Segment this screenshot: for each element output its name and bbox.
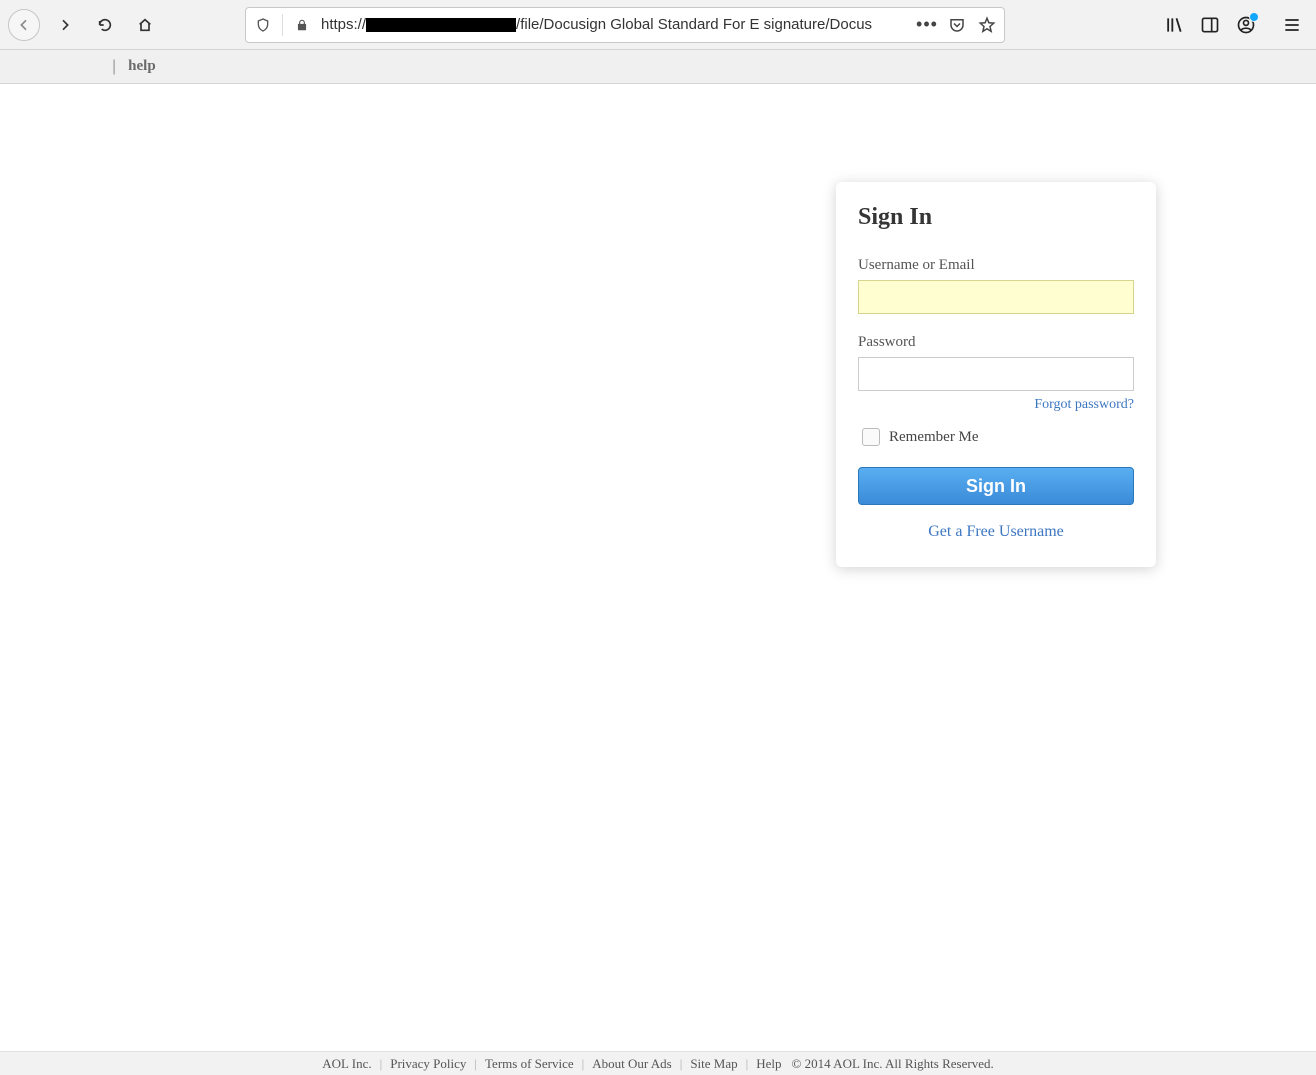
reload-icon xyxy=(97,17,113,33)
menu-icon[interactable] xyxy=(1282,15,1302,35)
url-bar-separator xyxy=(282,14,283,36)
forgot-password-link[interactable]: Forgot password? xyxy=(1034,397,1134,412)
footer-separator: | xyxy=(680,1056,683,1072)
footer-copyright: © 2014 AOL Inc. All Rights Reserved. xyxy=(792,1056,994,1072)
page-footer: AOL Inc. | Privacy Policy | Terms of Ser… xyxy=(0,1051,1316,1075)
url-bar-right: ••• xyxy=(918,16,996,34)
page-actions-icon[interactable]: ••• xyxy=(918,16,936,34)
chrome-right-tools xyxy=(1164,15,1308,35)
pocket-icon[interactable] xyxy=(948,16,966,34)
shield-icon[interactable] xyxy=(254,16,272,34)
signin-button[interactable]: Sign In xyxy=(858,467,1134,505)
url-prefix: https:// xyxy=(321,16,366,33)
library-icon[interactable] xyxy=(1164,15,1184,35)
subbar-separator: | xyxy=(112,58,116,76)
footer-separator: | xyxy=(746,1056,749,1072)
sub-bar: | help xyxy=(0,50,1316,84)
signin-heading: Sign In xyxy=(858,204,1134,231)
url-redacted xyxy=(366,18,516,32)
footer-privacy-link[interactable]: Privacy Policy xyxy=(390,1056,466,1072)
page-content: Sign In Username or Email Password Forgo… xyxy=(0,84,1316,1052)
footer-separator: | xyxy=(380,1056,383,1072)
browser-chrome: https:// /file/Docusign Global Standard F… xyxy=(0,0,1316,50)
footer-help-link[interactable]: Help xyxy=(756,1056,781,1072)
url-bar[interactable]: https:// /file/Docusign Global Standard F… xyxy=(245,7,1005,43)
bookmark-star-icon[interactable] xyxy=(978,16,996,34)
password-label: Password xyxy=(858,334,1134,351)
arrow-right-icon xyxy=(57,17,73,33)
footer-separator: | xyxy=(582,1056,585,1072)
signin-card: Sign In Username or Email Password Forgo… xyxy=(836,182,1156,567)
footer-ads-link[interactable]: About Our Ads xyxy=(592,1056,671,1072)
lock-icon[interactable] xyxy=(293,16,311,34)
footer-terms-link[interactable]: Terms of Service xyxy=(485,1056,574,1072)
notification-dot xyxy=(1249,12,1259,22)
nav-forward-button[interactable] xyxy=(50,10,80,40)
footer-separator: | xyxy=(474,1056,477,1072)
footer-company-link[interactable]: AOL Inc. xyxy=(322,1056,371,1072)
home-icon xyxy=(137,17,153,33)
remember-me-checkbox[interactable] xyxy=(862,428,880,446)
username-label: Username or Email xyxy=(858,257,1134,274)
nav-home-button[interactable] xyxy=(130,10,160,40)
password-input[interactable] xyxy=(858,357,1134,391)
sidebar-icon[interactable] xyxy=(1200,15,1220,35)
remember-me-row[interactable]: Remember Me xyxy=(858,425,1134,449)
url-text[interactable]: https:// /file/Docusign Global Standard F… xyxy=(321,16,908,33)
nav-back-button[interactable] xyxy=(8,9,40,41)
username-input[interactable] xyxy=(858,280,1134,314)
arrow-left-icon xyxy=(16,17,32,33)
account-icon[interactable] xyxy=(1236,15,1256,35)
get-free-username-link[interactable]: Get a Free Username xyxy=(928,523,1064,540)
footer-sitemap-link[interactable]: Site Map xyxy=(690,1056,737,1072)
remember-me-label: Remember Me xyxy=(889,429,979,446)
nav-reload-button[interactable] xyxy=(90,10,120,40)
url-suffix: /file/Docusign Global Standard For E sig… xyxy=(516,16,872,33)
subbar-help-link[interactable]: help xyxy=(128,58,156,75)
